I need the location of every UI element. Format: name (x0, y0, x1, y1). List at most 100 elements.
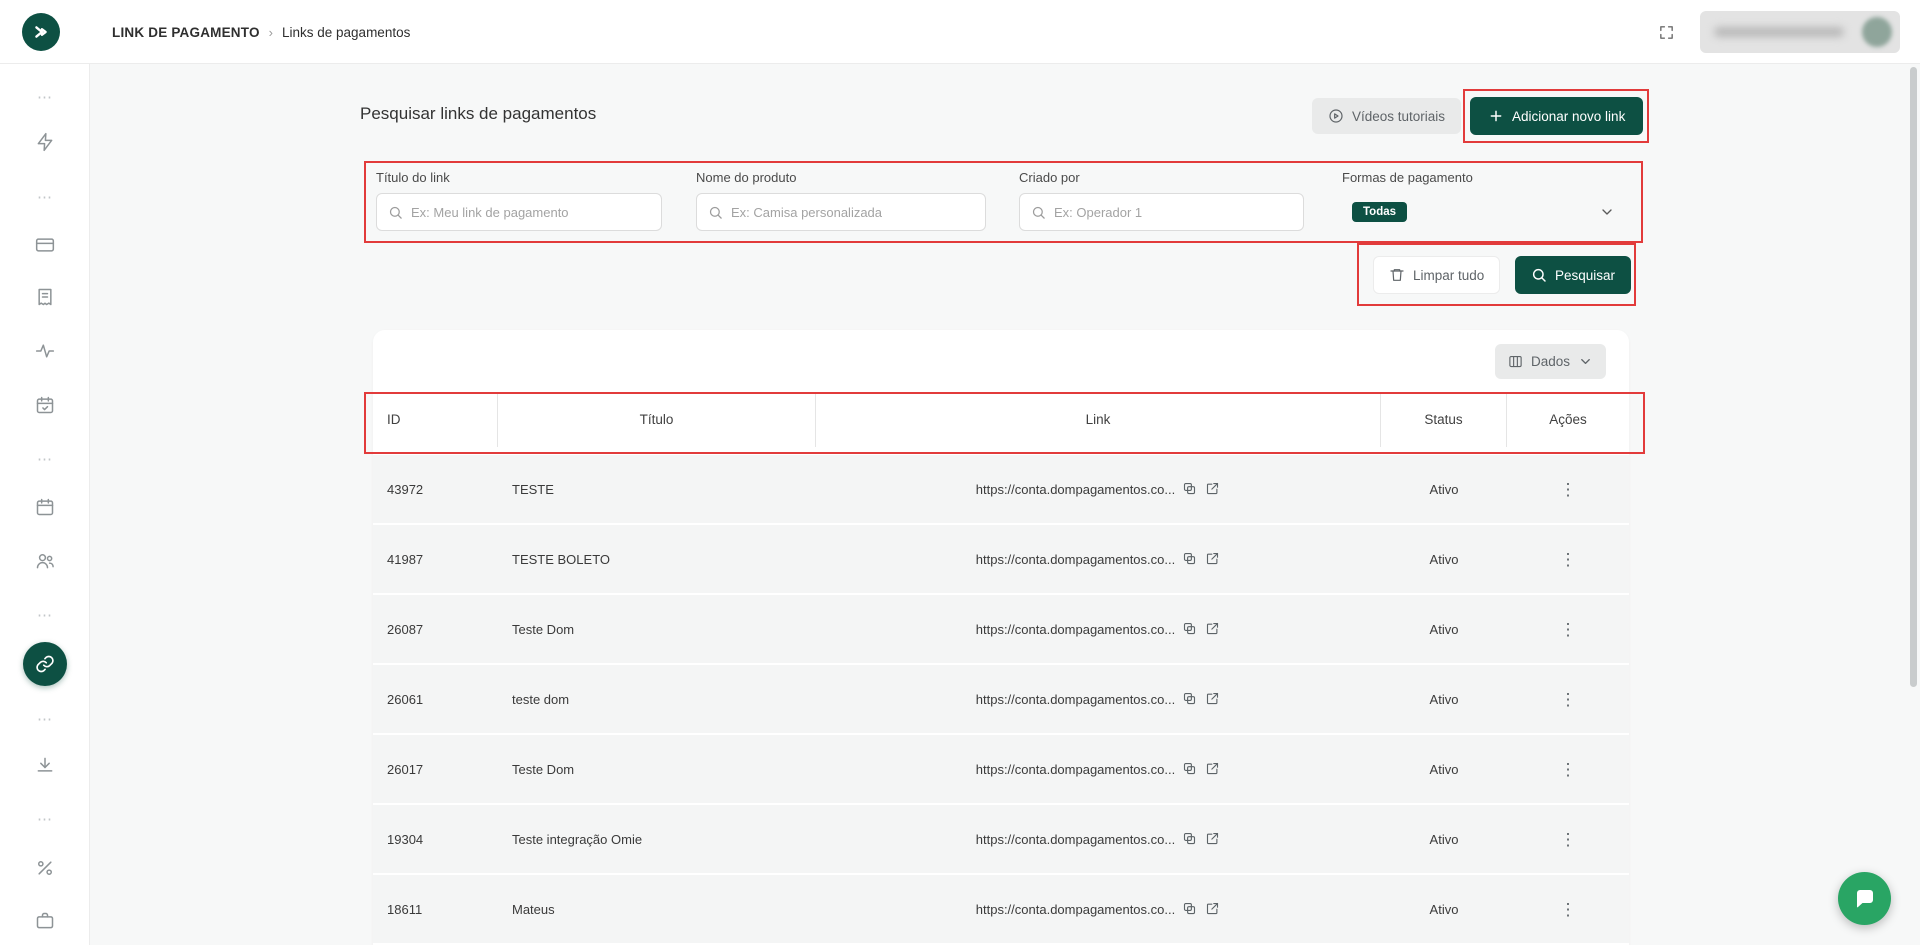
cell-title: Teste Dom (498, 735, 816, 803)
cell-status: Ativo (1381, 805, 1507, 873)
credit-card-icon (35, 235, 55, 255)
cell-link: https://conta.dompagamentos.co... (816, 805, 1381, 873)
open-link-icon[interactable] (1205, 761, 1221, 777)
cell-title: TESTE (498, 455, 816, 523)
cell-title: teste dom (498, 665, 816, 733)
filter-link-title: Título do link (376, 170, 662, 231)
sidebar-item-payment-links-active[interactable] (23, 642, 67, 686)
add-new-link-button[interactable]: Adicionar novo link (1470, 97, 1643, 135)
fullscreen-icon[interactable] (1652, 18, 1680, 46)
columns-dados-button[interactable]: Dados (1495, 344, 1606, 379)
table-row: 26087 Teste Dom https://conta.dompagamen… (373, 595, 1629, 663)
filter-product-name: Nome do produto (696, 170, 986, 231)
open-link-icon[interactable] (1205, 901, 1221, 917)
cell-status: Ativo (1381, 455, 1507, 523)
cell-status: Ativo (1381, 665, 1507, 733)
open-link-icon[interactable] (1205, 551, 1221, 567)
table-toolbar: Dados (373, 330, 1629, 392)
cell-title: Teste integração Omie (498, 805, 816, 873)
link-text: https://conta.dompagamentos.co... (976, 832, 1175, 847)
video-tutorials-button[interactable]: Vídeos tutoriais (1312, 98, 1461, 134)
copy-link-icon[interactable] (1182, 831, 1198, 847)
link-text: https://conta.dompagamentos.co... (976, 482, 1175, 497)
sidebar-item-downloads[interactable] (0, 750, 90, 780)
copy-link-icon[interactable] (1182, 691, 1198, 707)
copy-link-icon[interactable] (1182, 551, 1198, 567)
sidebar-item-schedule[interactable] (0, 390, 90, 420)
play-circle-icon (1328, 108, 1344, 124)
page-title: Pesquisar links de pagamentos (360, 104, 596, 124)
copy-link-icon[interactable] (1182, 481, 1198, 497)
calendar-icon (35, 497, 55, 517)
cell-status: Ativo (1381, 875, 1507, 943)
app-logo-icon[interactable] (22, 13, 60, 51)
link-icon (35, 654, 55, 674)
cell-link: https://conta.dompagamentos.co... (816, 875, 1381, 943)
sidebar-section-dots: ⋯ (0, 182, 90, 212)
copy-link-icon[interactable] (1182, 761, 1198, 777)
table-body: 43972 TESTE https://conta.dompagamentos.… (373, 455, 1629, 943)
search-icon (708, 205, 723, 220)
row-actions-kebab-icon[interactable]: ⋮ (1560, 691, 1577, 708)
sidebar-item-dashboard[interactable] (0, 127, 90, 157)
header-link: Link (816, 392, 1381, 447)
sidebar-item-activity[interactable] (0, 336, 90, 366)
sidebar-item-fees[interactable] (0, 853, 90, 883)
header-id: ID (373, 392, 498, 447)
table-row: 41987 TESTE BOLETO https://conta.dompaga… (373, 525, 1629, 593)
columns-icon (1508, 354, 1523, 369)
sidebar-item-customers[interactable] (0, 546, 90, 576)
cell-status: Ativo (1381, 735, 1507, 803)
sidebar-item-business[interactable] (0, 906, 90, 936)
open-link-icon[interactable] (1205, 831, 1221, 847)
clear-all-label: Limpar tudo (1413, 268, 1484, 283)
cell-link: https://conta.dompagamentos.co... (816, 665, 1381, 733)
page-scrollbar[interactable] (1910, 67, 1917, 687)
row-actions-kebab-icon[interactable]: ⋮ (1560, 831, 1577, 848)
row-actions-kebab-icon[interactable]: ⋮ (1560, 481, 1577, 498)
filter-created-by: Criado por (1019, 170, 1304, 231)
sidebar-item-cards[interactable] (0, 230, 90, 260)
zap-icon (35, 132, 55, 152)
row-actions-kebab-icon[interactable]: ⋮ (1560, 901, 1577, 918)
sidebar-item-calendar[interactable] (0, 492, 90, 522)
search-button[interactable]: Pesquisar (1515, 256, 1631, 294)
clear-all-button[interactable]: Limpar tudo (1373, 256, 1500, 294)
row-actions-kebab-icon[interactable]: ⋮ (1560, 761, 1577, 778)
sidebar-section-dots: ⋯ (0, 600, 90, 630)
cell-id: 19304 (373, 805, 498, 873)
open-link-icon[interactable] (1205, 621, 1221, 637)
breadcrumb-root[interactable]: LINK DE PAGAMENTO (112, 25, 260, 40)
open-link-icon[interactable] (1205, 691, 1221, 707)
table-header-row: ID Título Link Status Ações (373, 392, 1629, 447)
chevron-down-icon (1578, 354, 1593, 369)
filter-payment-methods-label: Formas de pagamento (1342, 170, 1625, 185)
sidebar-item-receipts[interactable] (0, 282, 90, 312)
row-actions-kebab-icon[interactable]: ⋮ (1560, 621, 1577, 638)
row-actions-kebab-icon[interactable]: ⋮ (1560, 551, 1577, 568)
search-button-label: Pesquisar (1555, 268, 1615, 283)
search-icon (1031, 205, 1046, 220)
open-link-icon[interactable] (1205, 481, 1221, 497)
filter-payment-methods: Formas de pagamento Todas (1342, 170, 1625, 231)
cell-status: Ativo (1381, 525, 1507, 593)
payment-methods-select[interactable]: Todas (1342, 193, 1625, 231)
cell-title: Teste Dom (498, 595, 816, 663)
table-row: 19304 Teste integração Omie https://cont… (373, 805, 1629, 873)
plus-icon (1488, 108, 1504, 124)
link-text: https://conta.dompagamentos.co... (976, 762, 1175, 777)
chat-support-button[interactable] (1838, 872, 1891, 925)
table-row: 43972 TESTE https://conta.dompagamentos.… (373, 455, 1629, 523)
results-card: Dados ID Título Link Status Ações 43972 … (373, 330, 1629, 945)
user-menu[interactable] (1700, 11, 1900, 53)
created-by-input[interactable] (1046, 194, 1303, 230)
breadcrumb: LINK DE PAGAMENTO › Links de pagamentos (112, 0, 410, 64)
product-name-input[interactable] (723, 194, 985, 230)
cell-id: 26087 (373, 595, 498, 663)
copy-link-icon[interactable] (1182, 901, 1198, 917)
link-title-input[interactable] (403, 194, 661, 230)
cell-link: https://conta.dompagamentos.co... (816, 735, 1381, 803)
search-icon (388, 205, 403, 220)
chevron-down-icon (1599, 204, 1615, 220)
copy-link-icon[interactable] (1182, 621, 1198, 637)
